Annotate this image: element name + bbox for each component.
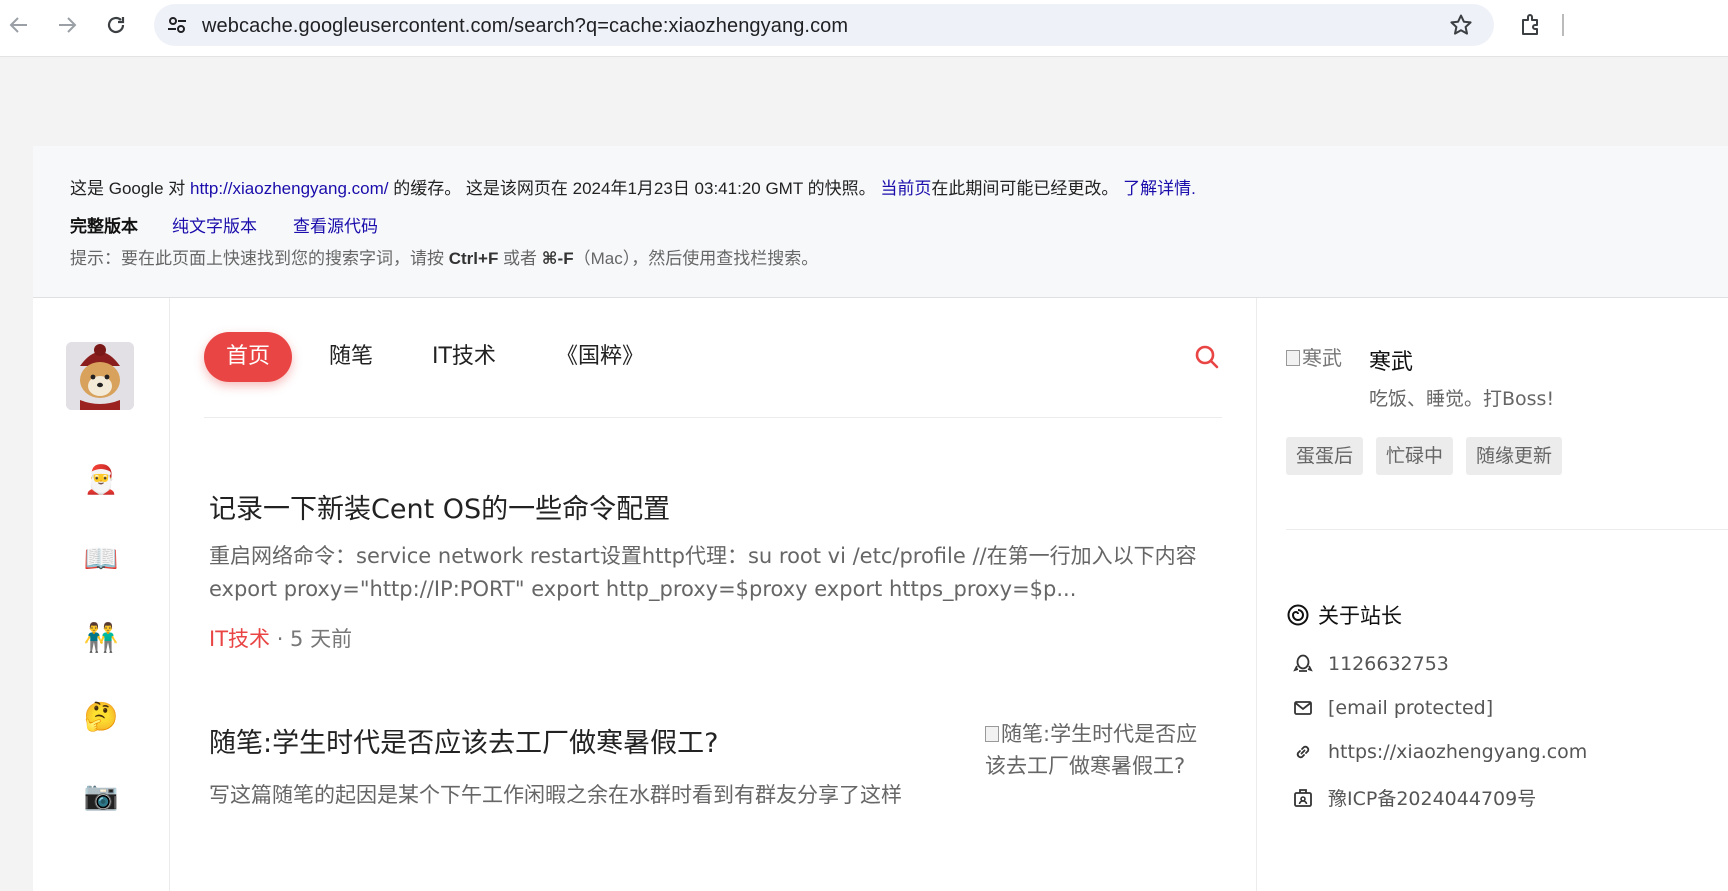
star-icon (1450, 14, 1472, 35)
post-excerpt-1: 重启网络命令：service network restart设置http代理：s… (209, 544, 1197, 601)
left-sidebar: 🎅 📖 👬 🤔 📷 (33, 298, 170, 891)
tag-random-updates[interactable]: 随缘更新 (1466, 437, 1563, 475)
view-source-link[interactable]: 查看源代码 (293, 217, 378, 236)
shiba-dog-icon (66, 342, 134, 410)
mail-icon (1292, 697, 1314, 719)
tip-key-ctrl: Ctrl+F (448, 249, 499, 268)
nav-home[interactable]: 首页 (204, 332, 293, 382)
learn-more-link[interactable]: 了解详情. (1123, 179, 1196, 198)
contact-website: https://xiaozhengyang.com (1292, 741, 1587, 763)
post-excerpt-2: 写这篇随笔的起因是某个下午工作闲暇之余在水群时看到有群友分享了这样 (209, 783, 902, 807)
tune-icon (168, 17, 186, 33)
bookmark-star-button[interactable] (1448, 12, 1474, 38)
tip-mid: 或者 (498, 249, 542, 268)
arrow-right-icon (59, 17, 77, 33)
search-tip: 提示：要在此页面上快速找到您的搜索字词，请按 Ctrl+F 或者 ⌘-F（Mac… (70, 244, 818, 269)
about-title: 关于站长 (1286, 600, 1402, 630)
puzzle-icon (1522, 14, 1538, 35)
author-motto: 吃饭、睡觉。打Boss! (1369, 388, 1555, 410)
broken-image-icon (1286, 350, 1300, 366)
blog-page: 🎅 📖 👬 🤔 📷 首页 随笔 IT技术 《国粹》 记录一下新装Cent OS的… (33, 298, 1728, 891)
forward-button[interactable] (50, 8, 84, 42)
post-time: · 5 天前 (270, 627, 353, 651)
main-content: 首页 随笔 IT技术 《国粹》 记录一下新装Cent OS的一些命令配置 重启网… (170, 298, 1256, 891)
extensions-button[interactable] (1514, 8, 1548, 42)
about-title-text: 关于站长 (1318, 604, 1402, 628)
tip-prefix: 提示：要在此页面上快速找到您的搜索字词，请按 (70, 249, 449, 268)
arrow-left-icon (9, 17, 27, 33)
friends-emoji-link[interactable]: 👬 (81, 618, 121, 658)
top-nav: 首页 随笔 IT技术 《国粹》 (204, 332, 1222, 418)
tip-suffix: （Mac），然后使用查找栏搜索。 (573, 249, 819, 268)
browser-toolbar: webcache.googleusercontent.com/search?q=… (0, 0, 1728, 57)
address-bar[interactable]: webcache.googleusercontent.com/search?q=… (154, 4, 1494, 46)
nav-it-tech[interactable]: IT技术 (432, 332, 496, 382)
qq-number[interactable]: 1126632753 (1328, 653, 1449, 675)
contact-qq: 1126632753 (1292, 653, 1449, 675)
book-emoji-link[interactable]: 📖 (81, 539, 121, 579)
cached-site-link[interactable]: http://xiaozhengyang.com/ (190, 179, 388, 198)
author-name: 寒武 (1369, 350, 1414, 375)
tip-key-cmd: ⌘-F (541, 249, 574, 268)
cache-info-suffix: 在此期间可能已经更改。 (931, 179, 1124, 198)
cache-version-links: 完整版本 纯文字版本 查看源代码 (70, 212, 414, 237)
back-button[interactable] (2, 8, 36, 42)
spiral-icon (1287, 604, 1309, 626)
contact-email: [email protected] (1292, 697, 1493, 719)
text-only-link[interactable]: 纯文字版本 (172, 217, 257, 236)
contact-icp: 豫ICP备2024044709号 (1292, 784, 1536, 811)
post-meta-1: IT技术 · 5 天前 (209, 623, 352, 653)
tag-busy[interactable]: 忙碌中 (1376, 437, 1454, 475)
nav-essays[interactable]: 随笔 (329, 332, 373, 382)
broken-image-icon (985, 726, 999, 742)
profile-edge (1562, 14, 1570, 36)
cache-banner: 这是 Google 对 http://xiaozhengyang.com/ 的缓… (33, 146, 1728, 298)
cache-info-mid: 的缓存。 这是该网页在 2024年1月23日 03:41:20 GMT 的快照。 (388, 179, 881, 198)
cache-info-prefix: 这是 Google 对 (70, 179, 190, 198)
search-button[interactable] (1192, 342, 1222, 372)
icp-license[interactable]: 豫ICP备2024044709号 (1328, 784, 1536, 811)
nav-guocui[interactable]: 《国粹》 (556, 332, 644, 382)
cache-info-line: 这是 Google 对 http://xiaozhengyang.com/ 的缓… (70, 174, 1196, 199)
reload-button[interactable] (99, 8, 133, 42)
qq-penguin-icon (1292, 653, 1314, 675)
right-sidebar: 寒武 寒武 吃饭、睡觉。打Boss! 蛋蛋后 忙碌中 随缘更新 关于站长 112… (1256, 298, 1728, 891)
tag-post00s[interactable]: 蛋蛋后 (1286, 437, 1364, 475)
current-page-link[interactable]: 当前页 (880, 179, 931, 198)
sidebar-divider (1286, 529, 1728, 530)
post-title-2[interactable]: 随笔:学生时代是否应该去工厂做寒暑假工? (209, 721, 718, 760)
site-avatar[interactable] (66, 342, 134, 410)
url-text[interactable]: webcache.googleusercontent.com/search?q=… (202, 15, 848, 38)
site-info-button[interactable] (162, 10, 192, 40)
search-icon (1195, 345, 1219, 369)
email-address[interactable]: [email protected] (1328, 697, 1493, 719)
author-avatar-alt: 寒武 (1302, 346, 1342, 370)
post-thumbnail-broken[interactable]: 随笔:学生时代是否应该去工厂做寒暑假工? (985, 718, 1217, 788)
post-category-link[interactable]: IT技术 (209, 627, 270, 651)
santa-emoji-link[interactable]: 🎅 (81, 460, 121, 500)
reload-icon (107, 16, 125, 34)
link-icon (1292, 741, 1314, 763)
id-card-icon (1292, 787, 1314, 809)
thinking-emoji-link[interactable]: 🤔 (81, 697, 121, 737)
website-url[interactable]: https://xiaozhengyang.com (1328, 741, 1587, 763)
post-thumbnail-alt: 随笔:学生时代是否应该去工厂做寒暑假工? (985, 722, 1198, 778)
author-avatar-broken: 寒武 (1286, 342, 1366, 372)
full-version-label: 完整版本 (70, 217, 138, 236)
camera-emoji-link[interactable]: 📷 (81, 776, 121, 816)
post-title-1[interactable]: 记录一下新装Cent OS的一些命令配置 (209, 487, 670, 526)
